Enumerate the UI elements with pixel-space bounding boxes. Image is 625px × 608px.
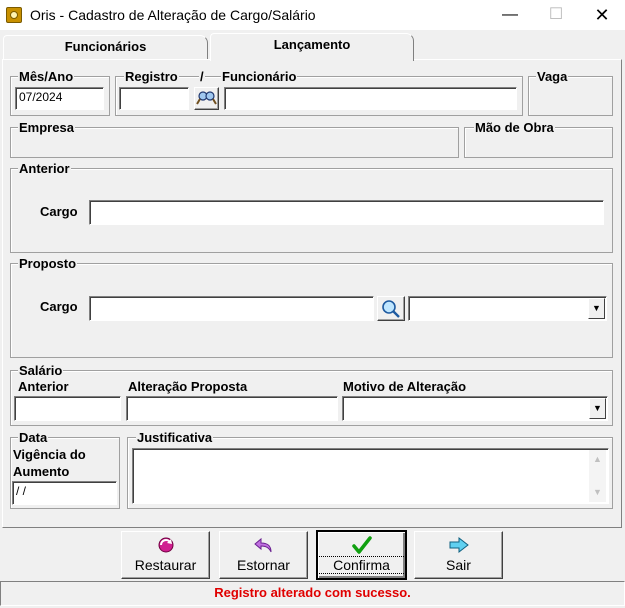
- restore-icon: [122, 536, 209, 554]
- sair-label: Sair: [446, 557, 471, 573]
- app-icon: [6, 7, 22, 23]
- justificativa-label: Justificativa: [136, 430, 214, 445]
- window-title: Oris - Cadastro de Alteração de Cargo/Sa…: [30, 7, 316, 23]
- sair-button[interactable]: Sair: [414, 531, 503, 579]
- undo-arrow-icon: [220, 536, 307, 554]
- confirma-label: Confirma: [317, 556, 406, 574]
- exit-arrow-icon: [415, 536, 502, 554]
- estornar-button[interactable]: Estornar: [219, 531, 308, 579]
- tab-lancamento[interactable]: Lançamento: [210, 33, 414, 61]
- chevron-down-icon[interactable]: ▼: [588, 298, 605, 319]
- data-label: Data: [18, 430, 49, 445]
- vigencia-input[interactable]: / /: [12, 481, 117, 505]
- proposto-cargo-input[interactable]: [89, 296, 374, 321]
- anterior-cargo-label: Cargo: [40, 204, 78, 219]
- chevron-down-icon[interactable]: ▼: [589, 398, 606, 419]
- proposto-cargo-label: Cargo: [40, 299, 78, 314]
- minimize-icon[interactable]: —: [487, 0, 533, 30]
- anterior-cargo-input[interactable]: [89, 200, 604, 225]
- justificativa-scrollbar[interactable]: ▲ ▼: [589, 450, 606, 502]
- confirma-button[interactable]: Confirma: [316, 530, 407, 580]
- search-cargo-button[interactable]: [377, 296, 405, 321]
- salario-label: Salário: [18, 363, 64, 378]
- mes-ano-input[interactable]: 07/2024: [15, 87, 104, 110]
- salario-anterior-label: Anterior: [18, 379, 69, 394]
- proposto-combo[interactable]: ▼: [408, 296, 607, 321]
- scroll-down-icon[interactable]: ▼: [593, 487, 602, 497]
- funcionario-input[interactable]: [224, 87, 517, 110]
- status-bar: Registro alterado com sucesso.: [0, 581, 625, 606]
- mes-ano-label: Mês/Ano: [18, 69, 75, 84]
- title-bar: Oris - Cadastro de Alteração de Cargo/Sa…: [0, 0, 625, 30]
- salario-anterior-input[interactable]: [14, 396, 121, 421]
- vigencia-label-line2: Aumento: [13, 464, 70, 479]
- search-employee-button[interactable]: [194, 87, 219, 110]
- alteracao-proposta-input[interactable]: [126, 396, 338, 421]
- restaurar-label: Restaurar: [134, 557, 197, 573]
- mao-de-obra-label: Mão de Obra: [474, 120, 555, 135]
- registro-input[interactable]: [119, 87, 189, 110]
- registro-separator: /: [199, 69, 205, 84]
- scroll-up-icon[interactable]: ▲: [593, 454, 602, 464]
- motivo-alteracao-combo[interactable]: ▼: [342, 396, 608, 421]
- motivo-alteracao-label: Motivo de Alteração: [343, 379, 467, 394]
- magnifier-icon: [382, 300, 400, 318]
- justificativa-textarea[interactable]: [132, 448, 609, 504]
- maximize-icon[interactable]: ☐: [533, 0, 579, 30]
- registro-label: Registro: [124, 69, 179, 84]
- estornar-label: Estornar: [237, 557, 290, 573]
- tab-funcionarios[interactable]: Funcionários: [3, 35, 208, 59]
- anterior-label: Anterior: [18, 161, 71, 176]
- empresa-group: [10, 127, 459, 158]
- proposto-label: Proposto: [18, 256, 78, 271]
- empresa-label: Empresa: [18, 120, 75, 135]
- vigencia-label-line1: Vigência do: [13, 447, 86, 462]
- vaga-label: Vaga: [536, 69, 569, 84]
- funcionario-label: Funcionário: [221, 69, 298, 84]
- alteracao-proposta-label: Alteração Proposta: [128, 379, 248, 394]
- people-search-icon: [196, 91, 217, 105]
- close-icon[interactable]: ✕: [579, 0, 625, 30]
- checkmark-icon: [318, 536, 405, 554]
- restaurar-button[interactable]: Restaurar: [121, 531, 210, 579]
